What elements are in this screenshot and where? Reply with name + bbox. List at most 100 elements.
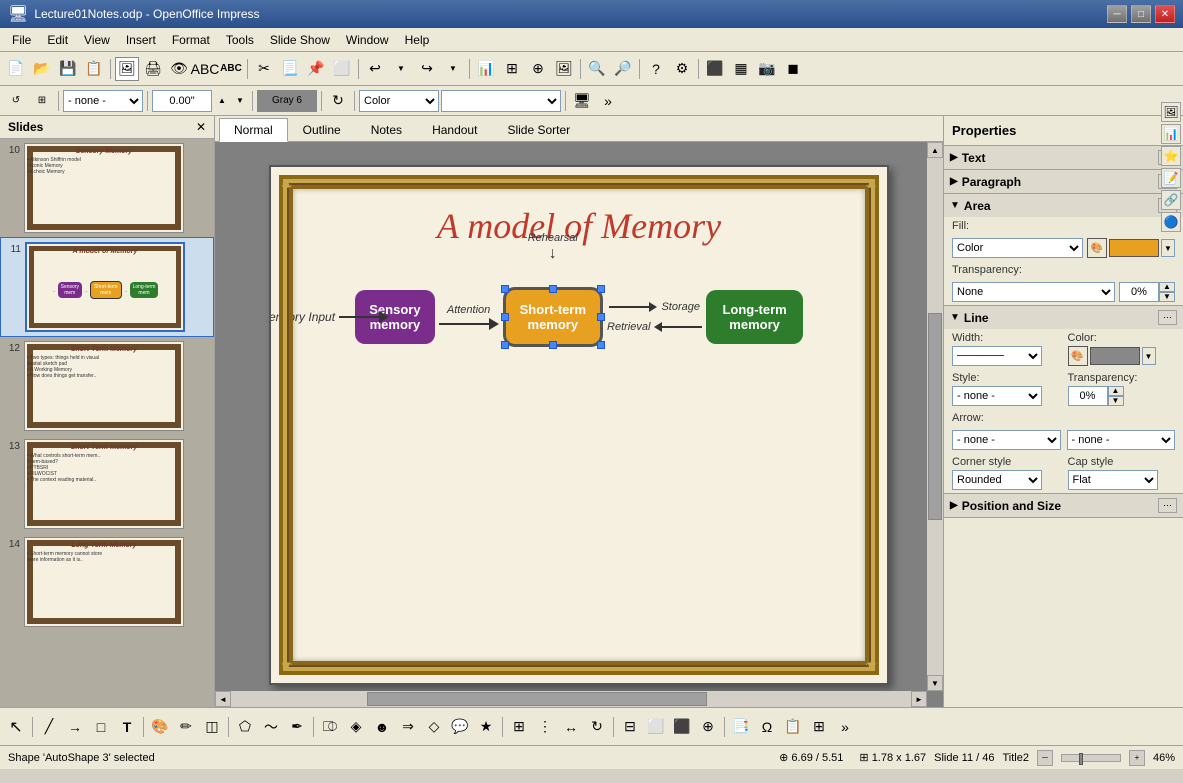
corner-style-select[interactable]: Rounded bbox=[952, 470, 1042, 490]
menu-view[interactable]: View bbox=[76, 31, 118, 49]
chart-button[interactable]: 📊 bbox=[474, 57, 498, 81]
ungroup-tool[interactable]: ⬛ bbox=[670, 715, 694, 739]
insert-obj-button[interactable]: ⊕ bbox=[526, 57, 550, 81]
polygon-tool[interactable]: ⬠ bbox=[233, 715, 257, 739]
print-button[interactable]: 🖨 bbox=[141, 57, 165, 81]
minimize-button[interactable]: ─ bbox=[1107, 5, 1127, 23]
snap-points-tool[interactable]: ⋮ bbox=[533, 715, 557, 739]
prop-section-line-header[interactable]: ▼ Line ⋯ bbox=[944, 306, 1183, 329]
tab-order-tool[interactable]: 📑 bbox=[729, 715, 753, 739]
tab-handout[interactable]: Handout bbox=[417, 118, 492, 141]
handle-tm[interactable] bbox=[549, 285, 557, 293]
long-term-memory-box[interactable]: Long-termmemory bbox=[706, 290, 802, 344]
connector-tool[interactable]: ⎄ bbox=[318, 715, 342, 739]
vertical-scrollbar[interactable]: ▲ ▼ bbox=[927, 142, 943, 691]
menu-help[interactable]: Help bbox=[397, 31, 438, 49]
align-tool[interactable]: ⊟ bbox=[618, 715, 642, 739]
line-style-select[interactable]: - none - bbox=[952, 386, 1042, 406]
line-color-picker-btn[interactable]: 🎨 bbox=[1068, 346, 1088, 366]
menu-edit[interactable]: Edit bbox=[39, 31, 76, 49]
slide-thumb-14[interactable]: 14 Long-Term Memory • Short-term memory … bbox=[0, 533, 214, 631]
text-tool[interactable]: T bbox=[115, 715, 139, 739]
slides-list[interactable]: 10 Sensory Memory • Atkinson Shiffrin mo… bbox=[0, 139, 214, 707]
block-arrows-tool[interactable]: ⇒ bbox=[396, 715, 420, 739]
side-icon-4[interactable]: 📝 bbox=[1161, 168, 1181, 188]
menu-window[interactable]: Window bbox=[338, 31, 397, 49]
flip-tool[interactable]: ↔ bbox=[559, 715, 583, 739]
menu-tools[interactable]: Tools bbox=[218, 31, 262, 49]
hscrollbar-thumb[interactable] bbox=[367, 692, 707, 706]
open-button[interactable]: 📂 bbox=[30, 57, 54, 81]
table-button[interactable]: ⊞ bbox=[500, 57, 524, 81]
expand-button[interactable]: » bbox=[596, 89, 620, 113]
menu-slideshow[interactable]: Slide Show bbox=[262, 31, 338, 49]
fill-type-select[interactable]: Color bbox=[952, 238, 1083, 258]
line-width-select[interactable]: ────── bbox=[952, 346, 1042, 366]
handle-tr[interactable] bbox=[597, 285, 605, 293]
transparency-down-btn[interactable]: ▼ bbox=[1159, 292, 1175, 302]
maximize-button[interactable]: □ bbox=[1131, 5, 1151, 23]
line-transparency-input[interactable] bbox=[1068, 386, 1108, 406]
autocorrect-button[interactable]: ABC bbox=[219, 57, 243, 81]
side-icon-1[interactable]: 🖼 bbox=[1161, 116, 1181, 122]
flowchart-tool[interactable]: ◇ bbox=[422, 715, 446, 739]
handle-tl[interactable] bbox=[501, 285, 509, 293]
shadow-tool[interactable]: ◫ bbox=[200, 715, 224, 739]
scroll-left-button[interactable]: ◄ bbox=[215, 691, 231, 707]
prop-section-position-header[interactable]: ▶ Position and Size ⋯ bbox=[944, 494, 1183, 517]
zoom-out-button[interactable]: ─ bbox=[1037, 750, 1053, 766]
line-color-tool[interactable]: ✏ bbox=[174, 715, 198, 739]
slide-thumb-10[interactable]: 10 Sensory Memory • Atkinson Shiffrin mo… bbox=[0, 139, 214, 237]
preview-button[interactable]: 👁 bbox=[167, 57, 191, 81]
undo-list-button[interactable]: ▼ bbox=[389, 57, 413, 81]
prop-section-paragraph-header[interactable]: ▶ Paragraph ⋯ bbox=[944, 170, 1183, 193]
redo-list-button[interactable]: ▼ bbox=[441, 57, 465, 81]
paste-button[interactable]: 📌 bbox=[304, 57, 328, 81]
fill-color-tool[interactable]: 🎨 bbox=[148, 715, 172, 739]
color-mode-select[interactable]: Color bbox=[359, 90, 439, 112]
handle-br[interactable] bbox=[597, 341, 605, 349]
slide-thumb-13[interactable]: 13 Short-Term memory • What controls sho… bbox=[0, 435, 214, 533]
insert-fields-tool[interactable]: 📋 bbox=[781, 715, 805, 739]
insert-special-tool[interactable]: Ω bbox=[755, 715, 779, 739]
handle-bl[interactable] bbox=[501, 341, 509, 349]
save-button[interactable]: 💾 bbox=[56, 57, 80, 81]
tab-notes[interactable]: Notes bbox=[356, 118, 417, 141]
transparency-up-btn[interactable]: ▲ bbox=[1159, 282, 1175, 292]
help-button[interactable]: ? bbox=[644, 57, 668, 81]
save-as-button[interactable]: 📋 bbox=[82, 57, 106, 81]
presentation-button[interactable]: 🖼 bbox=[115, 57, 139, 81]
misc1-button[interactable]: ⚙ bbox=[670, 57, 694, 81]
search-button[interactable]: 🔍 bbox=[585, 57, 609, 81]
insert-img-button[interactable]: 🖼 bbox=[552, 57, 576, 81]
line-transp-down-btn[interactable]: ▼ bbox=[1108, 396, 1124, 406]
select-tool[interactable]: ↖ bbox=[4, 715, 28, 739]
line-tool[interactable]: ╱ bbox=[37, 715, 61, 739]
monitor-button[interactable]: 🖥 bbox=[570, 89, 594, 113]
side-icon-3[interactable]: ⭐ bbox=[1161, 146, 1181, 166]
arrange-tool[interactable]: ⊕ bbox=[696, 715, 720, 739]
close-button[interactable]: ✕ bbox=[1155, 5, 1175, 23]
menu-file[interactable]: File bbox=[4, 31, 39, 49]
misc4-button[interactable]: 📷 bbox=[755, 57, 779, 81]
stars-tool[interactable]: ★ bbox=[474, 715, 498, 739]
expand-draw[interactable]: » bbox=[833, 715, 857, 739]
style-select[interactable] bbox=[441, 90, 561, 112]
group-tool[interactable]: ⬜ bbox=[644, 715, 668, 739]
position-spinner-down[interactable]: ▼ bbox=[232, 95, 248, 107]
handle-mr[interactable] bbox=[597, 313, 605, 321]
snap-grid-tool[interactable]: ⊞ bbox=[507, 715, 531, 739]
arrow-to-select[interactable]: - none - bbox=[1067, 430, 1176, 450]
cut-button[interactable]: ✂ bbox=[252, 57, 276, 81]
misc3-button[interactable]: ▦ bbox=[729, 57, 753, 81]
line-transp-up-btn[interactable]: ▲ bbox=[1108, 386, 1124, 396]
copy-button[interactable]: 📃 bbox=[278, 57, 302, 81]
freeform-tool[interactable]: ✒ bbox=[285, 715, 309, 739]
basic-shapes-tool[interactable]: ◈ bbox=[344, 715, 368, 739]
rotate-left-button[interactable]: ↺ bbox=[4, 89, 28, 113]
undo-button[interactable]: ↩ bbox=[363, 57, 387, 81]
position-spinner-up[interactable]: ▲ bbox=[214, 95, 230, 107]
new-button[interactable]: 📄 bbox=[4, 57, 28, 81]
arrow-tool[interactable]: → bbox=[63, 715, 87, 739]
tab-normal[interactable]: Normal bbox=[219, 118, 288, 142]
